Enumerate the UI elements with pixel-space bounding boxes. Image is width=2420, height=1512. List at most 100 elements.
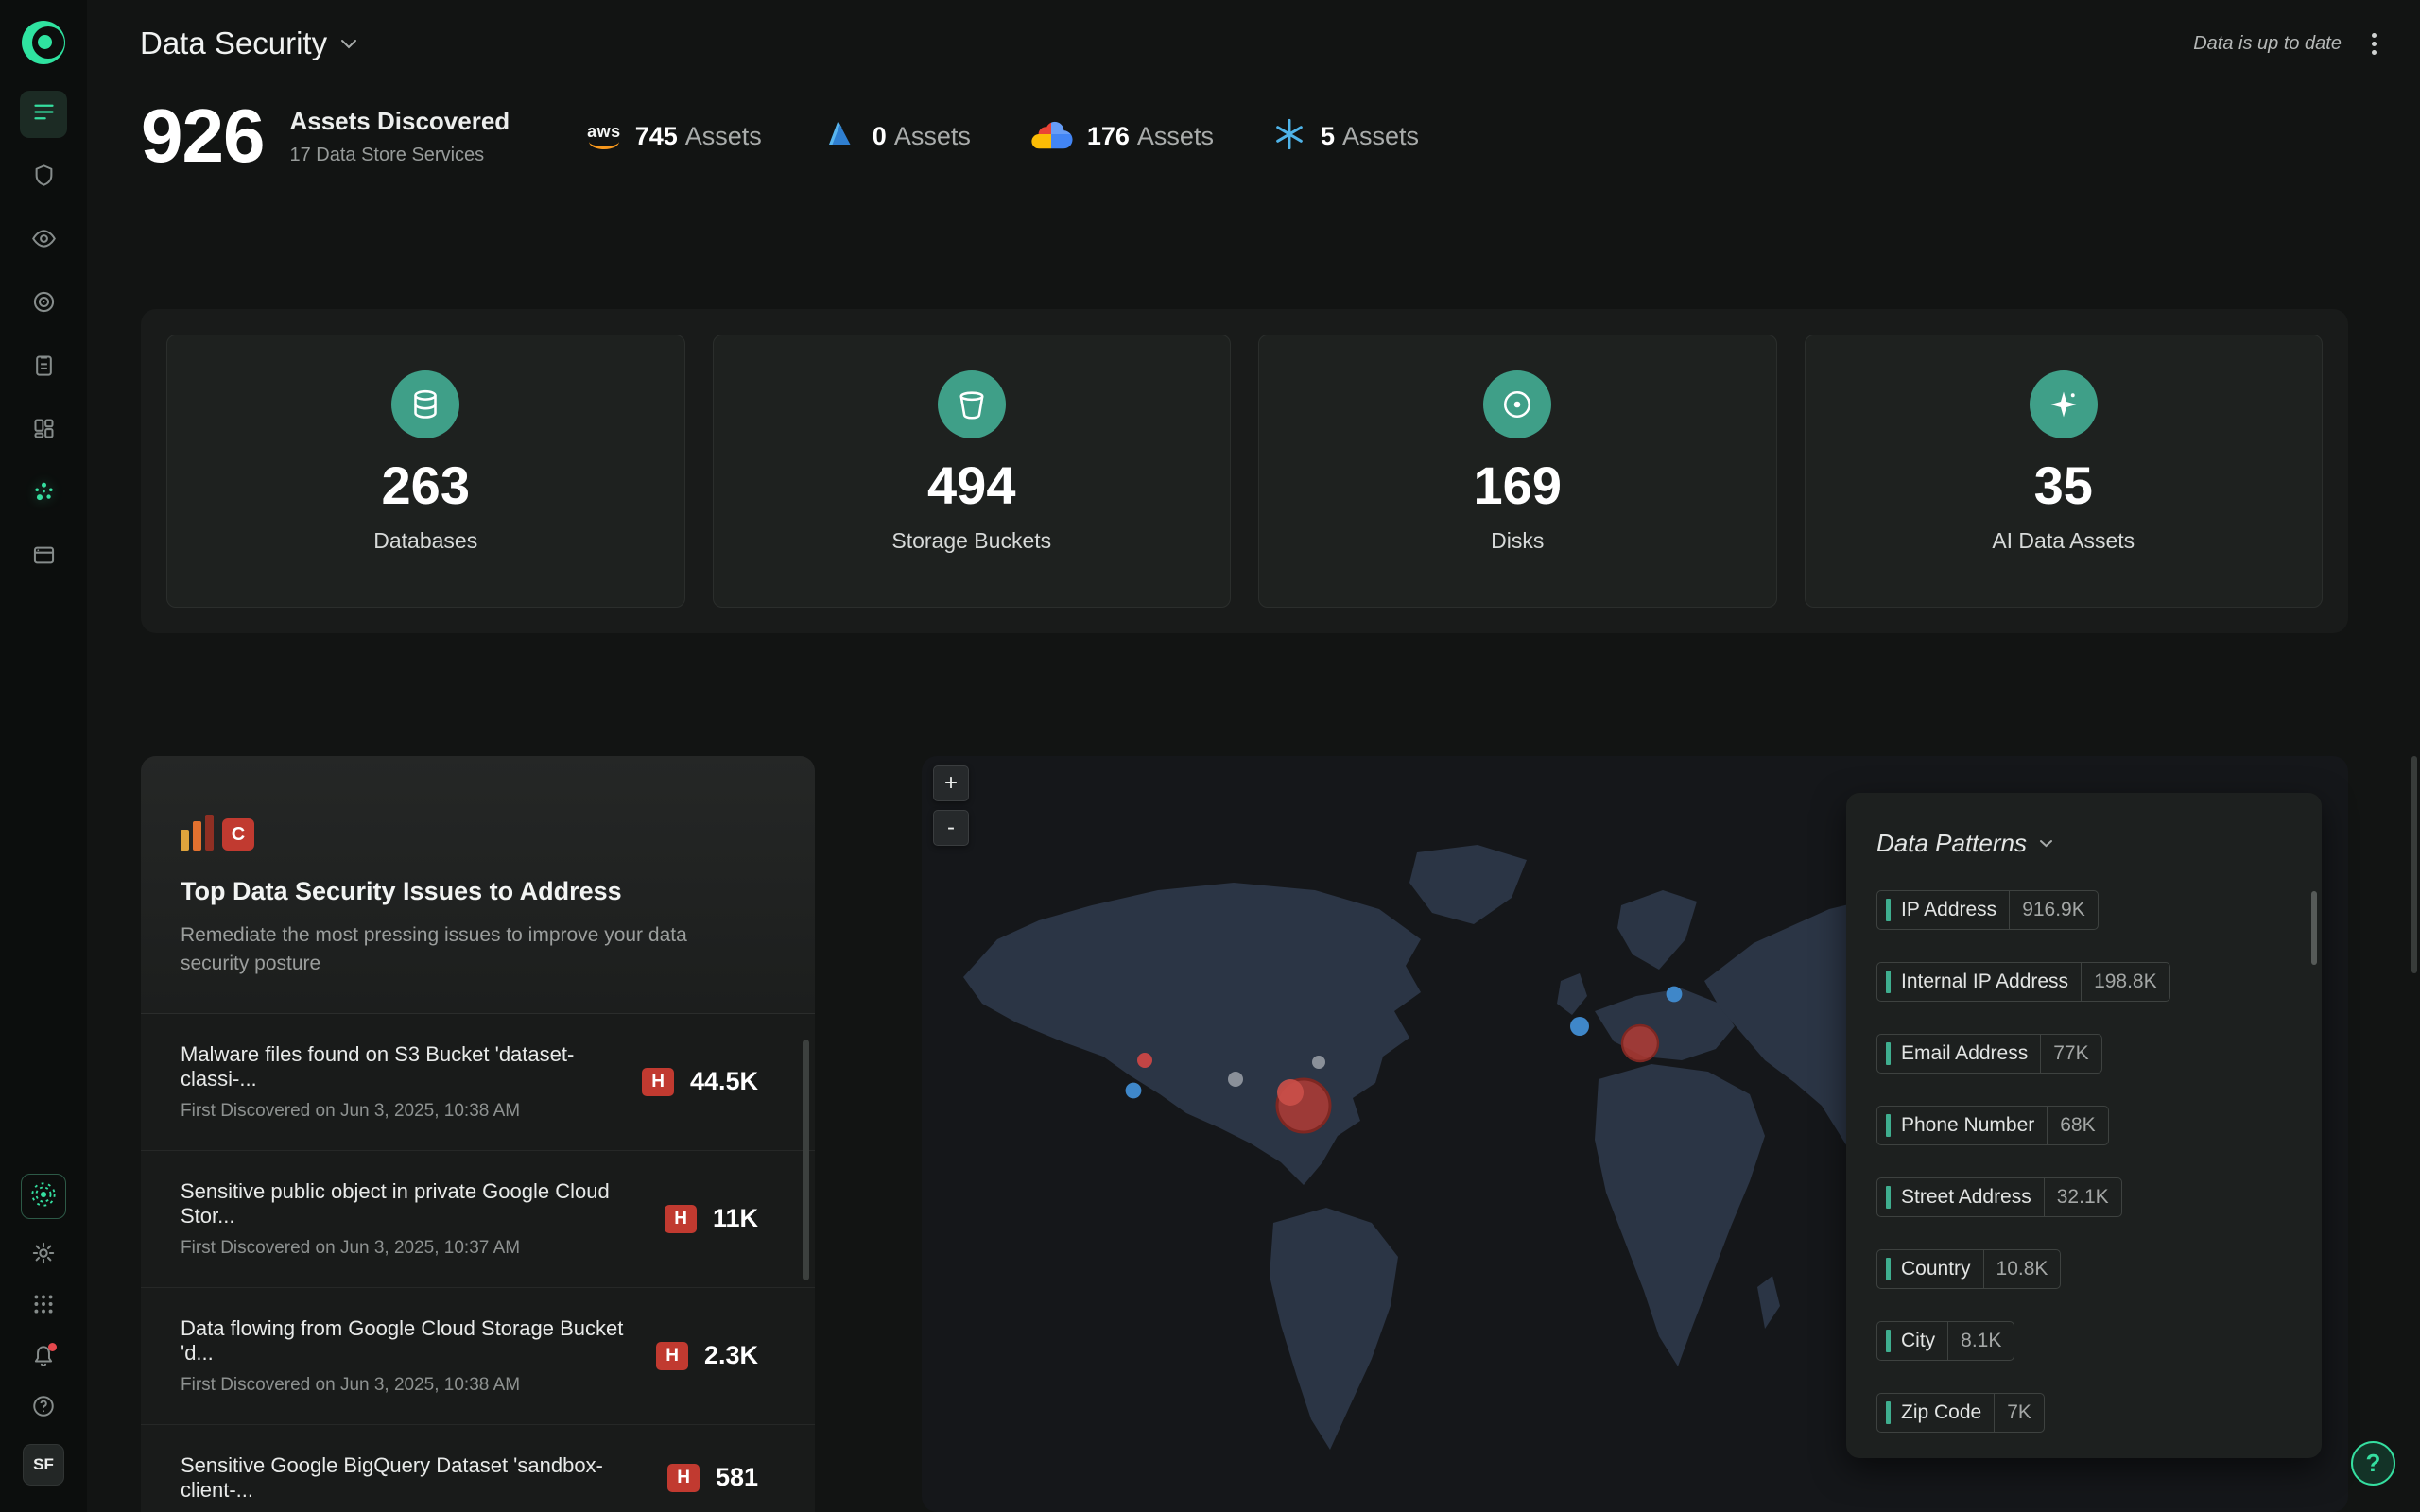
- summary-card-ai-data-assets[interactable]: 35 AI Data Assets: [1805, 335, 2324, 608]
- shield-icon: [31, 163, 57, 193]
- pattern-count: 10.8K: [1984, 1258, 2061, 1280]
- page-scrollbar[interactable]: [2411, 756, 2417, 973]
- data-pattern-chip[interactable]: Email Address77K: [1876, 1034, 2102, 1074]
- snowflake-unit: Assets: [1342, 122, 1419, 150]
- pattern-accent-bar: [1886, 1186, 1891, 1209]
- top-issues-header: C Top Data Security Issues to Address Re…: [141, 756, 815, 1014]
- gcp-unit: Assets: [1137, 122, 1214, 150]
- radar-icon: [30, 1181, 57, 1212]
- summary-card-storage-buckets[interactable]: 494 Storage Buckets: [713, 335, 1232, 608]
- snowflake-count: 5: [1321, 122, 1335, 150]
- sidebar-item-visibility[interactable]: [20, 217, 67, 265]
- aws-icon: aws: [587, 123, 621, 149]
- pattern-accent-bar: [1886, 899, 1891, 921]
- gear-icon: [31, 1241, 56, 1270]
- assets-stats: 926 Assets Discovered 17 Data Store Serv…: [141, 98, 1419, 174]
- map-marker[interactable]: [1126, 1083, 1142, 1099]
- ai-data-assets-count: 35: [2034, 455, 2093, 516]
- map-marker[interactable]: [1570, 1017, 1589, 1036]
- disk-icon: [1483, 370, 1551, 438]
- map-marker[interactable]: [1228, 1072, 1243, 1087]
- issue-count: 11K: [713, 1204, 758, 1233]
- provider-stat-snowflake[interactable]: 5Assets: [1272, 117, 1419, 156]
- map-marker[interactable]: [1667, 987, 1683, 1003]
- pattern-count: 7K: [1995, 1401, 2044, 1424]
- issue-list-item[interactable]: Malware files found on S3 Bucket 'datase…: [141, 1014, 815, 1151]
- help-button[interactable]: [23, 1387, 64, 1429]
- grid-apps-icon: [31, 1292, 56, 1321]
- sidebar-bottom: SF: [21, 1174, 66, 1486]
- provider-stat-azure[interactable]: 0Assets: [821, 115, 971, 158]
- top-issues-panel: C Top Data Security Issues to Address Re…: [141, 756, 815, 1512]
- pattern-accent-bar: [1886, 971, 1891, 993]
- issue-discovered-date: First Discovered on Jun 3, 2025, 10:37 A…: [181, 1238, 665, 1259]
- list-dashboard-icon: [31, 99, 57, 129]
- data-pattern-chip[interactable]: Phone Number68K: [1876, 1106, 2109, 1145]
- issue-count: 2.3K: [704, 1341, 758, 1370]
- map-marker-cluster[interactable]: [1622, 1025, 1658, 1061]
- summary-card-databases[interactable]: 263 Databases: [166, 335, 685, 608]
- zoom-out-button[interactable]: -: [933, 810, 969, 846]
- pattern-label: Country: [1901, 1258, 1983, 1280]
- pattern-count: 32.1K: [2045, 1186, 2121, 1209]
- user-avatar[interactable]: SF: [23, 1444, 64, 1486]
- data-pattern-chip[interactable]: Country10.8K: [1876, 1249, 2061, 1289]
- google-cloud-icon: [1029, 119, 1073, 154]
- sidebar-item-browser[interactable]: [20, 534, 67, 581]
- critical-badge: C: [222, 818, 254, 850]
- databases-count: 263: [382, 455, 470, 516]
- data-pattern-chip[interactable]: Street Address32.1K: [1876, 1177, 2122, 1217]
- patterns-scrollbar[interactable]: [2311, 891, 2317, 965]
- settings-button[interactable]: [23, 1234, 64, 1276]
- pattern-count: 916.9K: [2010, 899, 2098, 921]
- azure-count: 0: [873, 122, 887, 150]
- data-pattern-chip[interactable]: Zip Code7K: [1876, 1393, 2045, 1433]
- issue-discovered-date: First Discovered on Jun 3, 2025, 10:38 A…: [181, 1375, 656, 1396]
- issue-list-item[interactable]: Sensitive public object in private Googl…: [141, 1151, 815, 1288]
- issue-list-item[interactable]: Sensitive Google BigQuery Dataset 'sandb…: [141, 1425, 815, 1512]
- sidebar-item-reports[interactable]: [20, 344, 67, 391]
- total-assets-sublabel: 17 Data Store Services: [289, 145, 510, 166]
- pattern-label: IP Address: [1901, 899, 2009, 921]
- provider-stat-aws[interactable]: aws 745Assets: [587, 122, 762, 151]
- clipboard-icon: [31, 352, 57, 383]
- summary-card-disks[interactable]: 169 Disks: [1258, 335, 1777, 608]
- map-marker[interactable]: [1137, 1053, 1152, 1068]
- pattern-label: Phone Number: [1901, 1114, 2047, 1137]
- data-patterns-panel: Data Patterns IP Address916.9K Internal …: [1846, 793, 2322, 1458]
- pattern-accent-bar: [1886, 1258, 1891, 1280]
- notifications-button[interactable]: [23, 1336, 64, 1378]
- map-marker[interactable]: [1312, 1056, 1325, 1069]
- disks-label: Disks: [1491, 528, 1544, 554]
- issues-scrollbar[interactable]: [803, 1040, 809, 1280]
- issue-count: 581: [716, 1463, 758, 1492]
- sidebar-item-data-security[interactable]: [20, 471, 67, 518]
- sidebar-item-detections[interactable]: [20, 281, 67, 328]
- apps-button[interactable]: [23, 1285, 64, 1327]
- bucket-icon: [938, 370, 1006, 438]
- sidebar-item-inventory[interactable]: [20, 407, 67, 455]
- sidebar-item-security[interactable]: [20, 154, 67, 201]
- provider-stat-google-cloud[interactable]: 176Assets: [1029, 119, 1214, 154]
- map-zoom-controls: + -: [933, 765, 969, 846]
- issue-title: Malware files found on S3 Bucket 'datase…: [181, 1042, 642, 1091]
- help-fab-button[interactable]: ?: [2351, 1441, 2395, 1486]
- app-logo[interactable]: [22, 21, 65, 64]
- data-pattern-chip[interactable]: IP Address916.9K: [1876, 890, 2099, 930]
- zoom-in-button[interactable]: +: [933, 765, 969, 801]
- issue-title: Sensitive Google BigQuery Dataset 'sandb…: [181, 1453, 667, 1503]
- more-options-button[interactable]: [2366, 27, 2382, 60]
- data-patterns-header[interactable]: Data Patterns: [1876, 829, 2291, 858]
- sidebar: SF: [0, 0, 87, 1512]
- azure-unit: Assets: [894, 122, 971, 150]
- asset-summary-panel: 263 Databases 494 Storage Buckets 169 Di…: [141, 309, 2348, 633]
- map-marker[interactable]: [1277, 1079, 1304, 1106]
- title-dropdown[interactable]: [340, 39, 357, 49]
- sidebar-item-overview[interactable]: [20, 91, 67, 138]
- scan-launcher-button[interactable]: [21, 1174, 66, 1219]
- page-title: Data Security: [140, 26, 327, 61]
- data-pattern-chip[interactable]: Internal IP Address198.8K: [1876, 962, 2170, 1002]
- data-pattern-chip[interactable]: City8.1K: [1876, 1321, 2014, 1361]
- database-icon: [391, 370, 459, 438]
- issue-list-item[interactable]: Data flowing from Google Cloud Storage B…: [141, 1288, 815, 1425]
